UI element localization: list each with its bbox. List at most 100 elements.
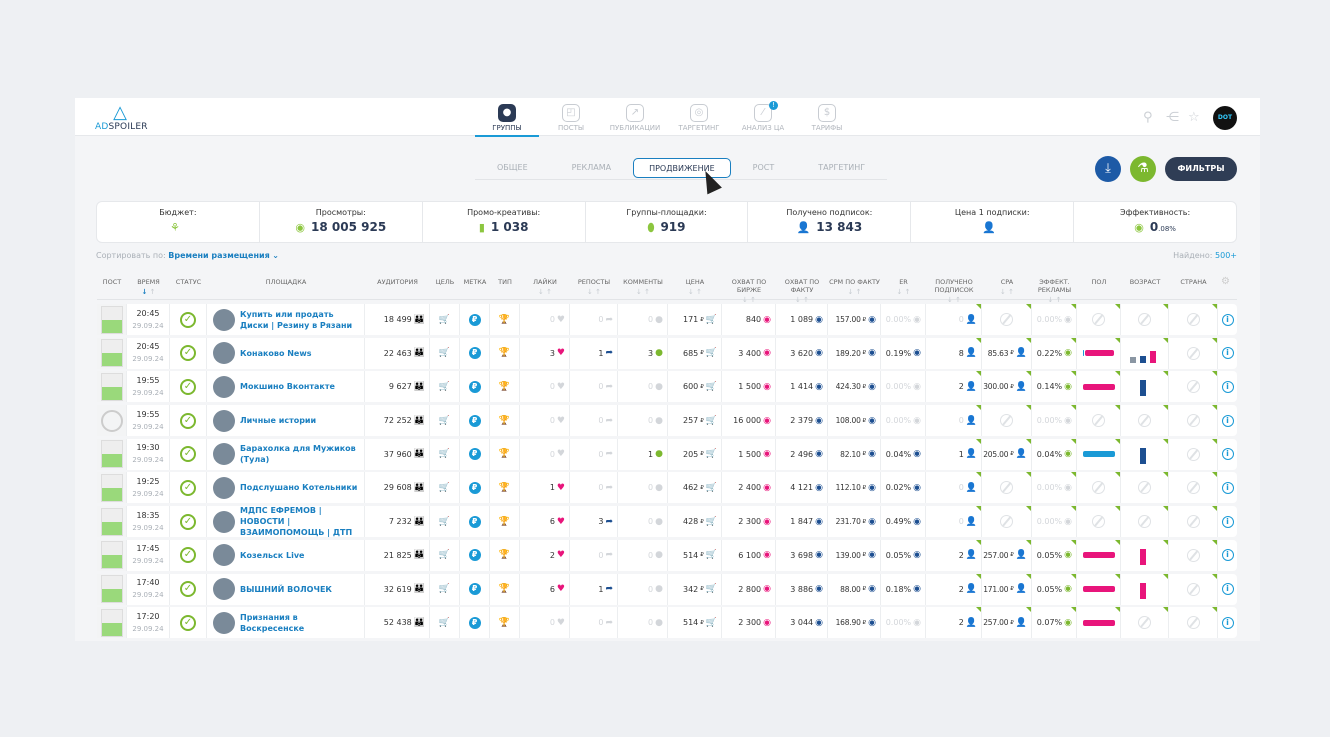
column-header[interactable]: ЛАЙКИ ↓ ↑ bbox=[520, 278, 570, 296]
column-header[interactable]: CPA ↓ ↑ bbox=[982, 278, 1032, 296]
column-header[interactable]: ЦЕЛЬ bbox=[430, 278, 460, 286]
group-avatar[interactable] bbox=[213, 544, 235, 567]
table-row[interactable]: 17:40 29.09.24 ✓ ВЫШНИЙ ВОЛОЧЕК 32 619 👪 🛒 ₽ 🏆 6 ♥… bbox=[97, 573, 1237, 605]
sort-arrows-icon[interactable]: ↓ ↑ bbox=[722, 296, 776, 304]
settings-icon[interactable]: ⚙ bbox=[1221, 277, 1230, 287]
info-icon[interactable]: i bbox=[1221, 616, 1234, 629]
sort-arrows-icon[interactable]: ↓ ↑ bbox=[776, 296, 828, 304]
sort-arrows-icon[interactable]: ↓ ↑ bbox=[570, 288, 618, 296]
sort-arrows-icon[interactable]: ↓ ↑ bbox=[1032, 296, 1077, 304]
table-row[interactable]: 17:45 29.09.24 ✓ Козельск Live 21 825 👪 🛒 ₽ 🏆 2 ♥ 0… bbox=[97, 539, 1237, 571]
sort-arrows-icon[interactable]: ↓ ↑ bbox=[668, 288, 722, 296]
group-name-link[interactable]: Личные истории bbox=[240, 415, 316, 426]
info-icon[interactable]: i bbox=[1221, 515, 1234, 528]
post-preview[interactable] bbox=[100, 507, 123, 536]
group-avatar[interactable] bbox=[213, 476, 235, 499]
table-row[interactable]: 19:55 29.09.24 ✓ Мокшино Вконтакте 9 627 👪 🛒 ₽ 🏆… bbox=[97, 371, 1237, 403]
group-avatar[interactable] bbox=[213, 611, 235, 634]
group-name-link[interactable]: Козельск Live bbox=[240, 550, 304, 561]
nav-groups[interactable]: ● ГРУППЫ bbox=[475, 102, 539, 137]
group-avatar[interactable] bbox=[213, 409, 235, 432]
post-preview[interactable] bbox=[100, 473, 123, 502]
table-row[interactable]: 17:20 29.09.24 ✓ Признания в Воскресенске 52… bbox=[97, 607, 1237, 639]
info-icon[interactable]: i bbox=[1221, 347, 1234, 360]
post-preview[interactable] bbox=[100, 305, 123, 334]
info-icon[interactable]: i bbox=[1221, 313, 1234, 326]
column-header[interactable]: ПОСТ bbox=[97, 278, 127, 286]
nav-publications[interactable]: ↗ ПУБЛИКАЦИИ bbox=[603, 102, 667, 136]
column-header[interactable]: ER ↓ ↑ bbox=[881, 278, 926, 296]
info-icon[interactable]: i bbox=[1221, 549, 1234, 562]
column-header[interactable]: СТРАНА bbox=[1169, 278, 1218, 286]
post-preview[interactable] bbox=[100, 575, 123, 603]
info-icon[interactable]: i bbox=[1221, 583, 1234, 595]
column-header[interactable]: ТИП bbox=[490, 278, 520, 286]
sort-arrows-icon[interactable]: ↓ ↑ bbox=[520, 288, 570, 296]
sort-arrows-icon[interactable]: ↓ ↑ bbox=[982, 288, 1032, 296]
column-header[interactable]: ОХВАТ ПО БИРЖЕ ↓ ↑ bbox=[722, 278, 776, 304]
search-icon[interactable]: ⚲ bbox=[1143, 110, 1153, 125]
column-header[interactable]: МЕТКА bbox=[460, 278, 490, 286]
group-avatar[interactable] bbox=[213, 308, 235, 331]
share-icon[interactable]: ⋲ bbox=[1166, 110, 1179, 125]
download-button[interactable]: ⤓ bbox=[1095, 156, 1121, 182]
subtab-0[interactable]: ОБЩЕЕ bbox=[475, 158, 550, 179]
group-name-link[interactable]: Признания в Воскресенске bbox=[240, 612, 360, 634]
table-row[interactable]: 19:30 29.09.24 ✓ Барахолка для Мужиков (Тул… bbox=[97, 438, 1237, 470]
nav-tariffs[interactable]: $ ТАРИФЫ bbox=[795, 102, 859, 136]
post-preview[interactable] bbox=[100, 440, 123, 469]
table-row[interactable]: 19:55 29.09.24 ✓ Личные истории 72 252 👪 🛒 ₽ 🏆 0 ♥… bbox=[97, 405, 1237, 437]
nav-posts[interactable]: ◰ ПОСТЫ bbox=[539, 102, 603, 136]
post-preview[interactable] bbox=[100, 608, 123, 637]
chevron-down-icon[interactable]: ⌄ bbox=[272, 251, 279, 260]
table-row[interactable]: 19:25 29.09.24 ✓ Подслушано Котельники 29 60… bbox=[97, 472, 1237, 504]
group-avatar[interactable] bbox=[213, 375, 235, 398]
post-preview[interactable] bbox=[100, 339, 123, 368]
post-preview[interactable] bbox=[100, 541, 123, 570]
group-avatar[interactable] bbox=[213, 578, 235, 600]
column-header[interactable]: ПОЛУЧЕНО ПОДПИСОК ↓ ↑ bbox=[926, 278, 982, 304]
column-header[interactable]: ПОЛ bbox=[1077, 278, 1121, 286]
sort-arrows-icon[interactable]: ↓ ↑ bbox=[127, 288, 170, 296]
table-row[interactable]: 18:35 29.09.24 ✓ МДПС ЕФРЕМОВ | НОВОСТИ | В… bbox=[97, 505, 1237, 538]
column-header[interactable]: ПЛОЩАДКА bbox=[207, 278, 365, 286]
column-header[interactable]: ОХВАТ ПО ФАКТУ ↓ ↑ bbox=[776, 278, 828, 304]
info-icon[interactable]: i bbox=[1221, 481, 1234, 494]
nav-targeting[interactable]: ◎ ТАРГЕТИНГ bbox=[667, 102, 731, 136]
group-name-link[interactable]: Купить или продать Диски | Резину в Ряза… bbox=[240, 309, 360, 331]
group-name-link[interactable]: МДПС ЕФРЕМОВ | НОВОСТИ | ВЗАИМОПОМОЩЬ | … bbox=[240, 505, 360, 538]
sort-value[interactable]: Времени размещения bbox=[168, 251, 269, 260]
filters-button[interactable]: ФИЛЬТРЫ bbox=[1165, 157, 1237, 181]
sort-arrows-icon[interactable]: ↓ ↑ bbox=[828, 288, 881, 296]
group-avatar[interactable] bbox=[213, 510, 235, 533]
column-header[interactable]: КОММЕНТЫ ↓ ↑ bbox=[618, 278, 668, 296]
info-icon[interactable]: i bbox=[1221, 380, 1234, 393]
sort-arrows-icon[interactable]: ↓ ↑ bbox=[618, 288, 668, 296]
avatar[interactable]: DOT bbox=[1213, 106, 1237, 130]
column-header[interactable]: CPM ПО ФАКТУ ↓ ↑ bbox=[828, 278, 881, 296]
group-name-link[interactable]: Барахолка для Мужиков (Тула) bbox=[240, 443, 360, 465]
post-preview[interactable] bbox=[100, 372, 123, 401]
sort-arrows-icon[interactable]: ↓ ↑ bbox=[926, 296, 982, 304]
info-icon[interactable]: i bbox=[1221, 414, 1234, 427]
column-header[interactable]: СТАТУС bbox=[170, 278, 207, 286]
column-header[interactable]: ЦЕНА ↓ ↑ bbox=[668, 278, 722, 296]
sort-arrows-icon[interactable]: ↓ ↑ bbox=[881, 288, 926, 296]
group-name-link[interactable]: Конаково News bbox=[240, 348, 312, 359]
subtab-1[interactable]: РЕКЛАМА bbox=[550, 158, 633, 179]
group-avatar[interactable] bbox=[213, 443, 235, 466]
column-header[interactable]: ЭФФЕКТ. РЕКЛАМЫ ↓ ↑ bbox=[1032, 278, 1077, 304]
column-header[interactable]: АУДИТОРИЯ bbox=[365, 278, 430, 286]
column-header[interactable]: ВОЗРАСТ bbox=[1121, 278, 1169, 286]
star-icon[interactable]: ☆ bbox=[1188, 110, 1200, 125]
logo[interactable]: △ ADSPOILER bbox=[95, 104, 148, 133]
column-header[interactable]: ВРЕМЯ ↓ ↑ bbox=[127, 278, 170, 296]
table-row[interactable]: 20:45 29.09.24 ✓ Купить или продать Диски |… bbox=[97, 304, 1237, 335]
info-icon[interactable]: i bbox=[1221, 448, 1234, 461]
group-name-link[interactable]: Мокшино Вконтакте bbox=[240, 381, 335, 392]
group-name-link[interactable]: Подслушано Котельники bbox=[240, 482, 357, 493]
nav-audience-analysis[interactable]: ⁄ АНАЛИЗ ЦА! bbox=[731, 101, 795, 136]
group-avatar[interactable] bbox=[213, 342, 235, 365]
group-name-link[interactable]: ВЫШНИЙ ВОЛОЧЕК bbox=[240, 584, 332, 595]
column-header[interactable]: РЕПОСТЫ ↓ ↑ bbox=[570, 278, 618, 296]
